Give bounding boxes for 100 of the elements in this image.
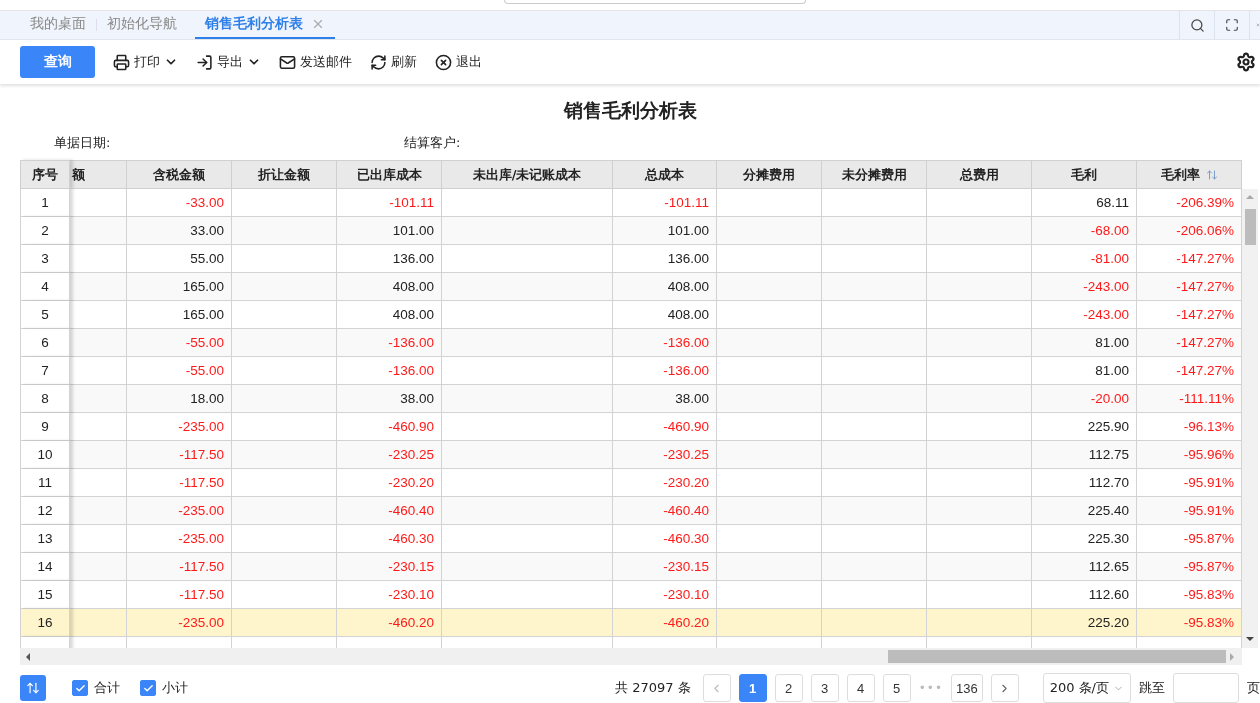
page-button[interactable]: 1 xyxy=(738,674,767,702)
column-header[interactable]: 折让金额 xyxy=(232,160,337,189)
table-cell: 408.00 xyxy=(613,273,717,301)
table-cell: 4 xyxy=(20,273,70,301)
table-cell: -235.00 xyxy=(127,525,232,553)
total-count: 共 27097 条 xyxy=(615,679,691,697)
export-icon xyxy=(196,53,213,71)
table-cell: -147.27% xyxy=(1137,273,1242,301)
table-cell: 9 xyxy=(20,413,70,441)
table-cell: -230.20 xyxy=(337,469,442,497)
table-cell xyxy=(70,553,127,581)
table-cell: -235.00 xyxy=(127,413,232,441)
table-cell xyxy=(70,441,127,469)
search-icon[interactable] xyxy=(1189,17,1205,33)
next-page-button[interactable] xyxy=(990,674,1019,702)
table-cell: -230.25 xyxy=(613,441,717,469)
sort-button[interactable] xyxy=(20,675,46,701)
table-cell: -235.00 xyxy=(127,497,232,525)
exit-button[interactable]: 退出 xyxy=(435,53,482,72)
jump-label: 跳至 xyxy=(1139,679,1165,697)
table-cell: 1 xyxy=(20,189,70,217)
column-header[interactable]: 总成本 xyxy=(613,160,717,189)
column-header[interactable]: 未出库/未记账成本 xyxy=(442,160,613,189)
horizontal-scrollbar[interactable] xyxy=(20,648,1242,665)
page-button[interactable]: 4 xyxy=(846,674,875,702)
sort-icon[interactable] xyxy=(1205,168,1218,181)
table-cell: -136.00 xyxy=(613,329,717,357)
page-button[interactable]: 136 xyxy=(950,674,983,702)
page-button[interactable]: 2 xyxy=(774,674,803,702)
table-cell: 13 xyxy=(20,525,70,553)
table-cell: 112.60 xyxy=(1032,581,1137,609)
export-button[interactable]: 导出 xyxy=(196,53,261,72)
column-header[interactable]: 总费用 xyxy=(927,160,1032,189)
table-cell: -95.83% xyxy=(1137,581,1242,609)
table-cell: -230.20 xyxy=(613,469,717,497)
table-cell: -460.30 xyxy=(337,525,442,553)
filter-label: 结算客户: xyxy=(404,134,462,152)
table-cell: 11 xyxy=(20,469,70,497)
column-header[interactable]: 额 xyxy=(70,160,127,189)
column-header[interactable]: 序号 xyxy=(20,160,70,189)
column-header[interactable]: 已出库成本 xyxy=(337,160,442,189)
table-cell: -95.87% xyxy=(1137,525,1242,553)
table-cell xyxy=(70,497,127,525)
mail-icon xyxy=(279,53,296,71)
table-cell: -95.91% xyxy=(1137,469,1242,497)
column-header[interactable]: 未分摊费用 xyxy=(822,160,927,189)
refresh-button[interactable]: 刷新 xyxy=(370,53,417,72)
page-input[interactable] xyxy=(1173,673,1239,703)
checkbox[interactable] xyxy=(140,680,156,696)
mail-button[interactable]: 发送邮件 xyxy=(279,53,352,72)
table-cell: 101.00 xyxy=(337,217,442,245)
table-cell: 136.00 xyxy=(613,245,717,273)
print-button[interactable]: 打印 xyxy=(113,53,178,72)
vertical-scrollbar[interactable] xyxy=(1242,189,1258,648)
total-checkbox[interactable]: 合计 xyxy=(72,679,120,697)
table-cell: -20.00 xyxy=(1032,385,1137,413)
total-checkbox[interactable]: 小计 xyxy=(140,679,188,697)
checkbox[interactable] xyxy=(72,680,88,696)
sort-icon xyxy=(26,681,40,695)
tab[interactable]: 销售毛利分析表 xyxy=(195,11,335,40)
column-header[interactable]: 毛利 xyxy=(1032,160,1137,189)
table-cell: -243.00 xyxy=(1032,301,1137,329)
table-cell: -147.27% xyxy=(1137,357,1242,385)
table-cell xyxy=(70,189,127,217)
table-cell: -95.91% xyxy=(1137,497,1242,525)
page-label: 页 xyxy=(1247,679,1260,697)
table-cell: 14 xyxy=(20,553,70,581)
page-size-select[interactable]: 200 条/页 xyxy=(1042,673,1131,703)
table-cell: 101.00 xyxy=(613,217,717,245)
table-cell: -101.11 xyxy=(613,189,717,217)
table-cell: -460.30 xyxy=(613,525,717,553)
close-circle-icon xyxy=(435,53,452,71)
table-cell xyxy=(70,609,127,637)
table-cell: 10 xyxy=(20,441,70,469)
table-cell: 7 xyxy=(20,357,70,385)
query-button[interactable]: 查询 xyxy=(20,46,95,79)
table-cell: -101.11 xyxy=(337,189,442,217)
table-cell xyxy=(70,329,127,357)
settings-icon[interactable] xyxy=(1236,52,1256,73)
table-cell: 408.00 xyxy=(613,301,717,329)
page-button[interactable]: 5 xyxy=(882,674,911,702)
table-cell xyxy=(70,273,127,301)
table-cell: 225.40 xyxy=(1032,497,1137,525)
table-cell: -235.00 xyxy=(127,609,232,637)
printer-icon xyxy=(113,53,130,71)
table-cell: -147.27% xyxy=(1137,245,1242,273)
page-button[interactable]: 3 xyxy=(810,674,839,702)
table-cell xyxy=(70,245,127,273)
table-cell: -230.25 xyxy=(337,441,442,469)
table-cell: -117.50 xyxy=(127,581,232,609)
column-header[interactable]: 毛利率 xyxy=(1137,160,1242,189)
table-cell: -230.15 xyxy=(337,553,442,581)
prev-page-button[interactable] xyxy=(702,674,731,702)
column-header[interactable]: 含税金额 xyxy=(127,160,232,189)
table-cell xyxy=(70,413,127,441)
table-cell: 12 xyxy=(20,497,70,525)
table-cell xyxy=(70,525,127,553)
column-header[interactable]: 分摊费用 xyxy=(717,160,822,189)
table-cell: 81.00 xyxy=(1032,329,1137,357)
fullscreen-icon[interactable] xyxy=(1225,18,1239,33)
